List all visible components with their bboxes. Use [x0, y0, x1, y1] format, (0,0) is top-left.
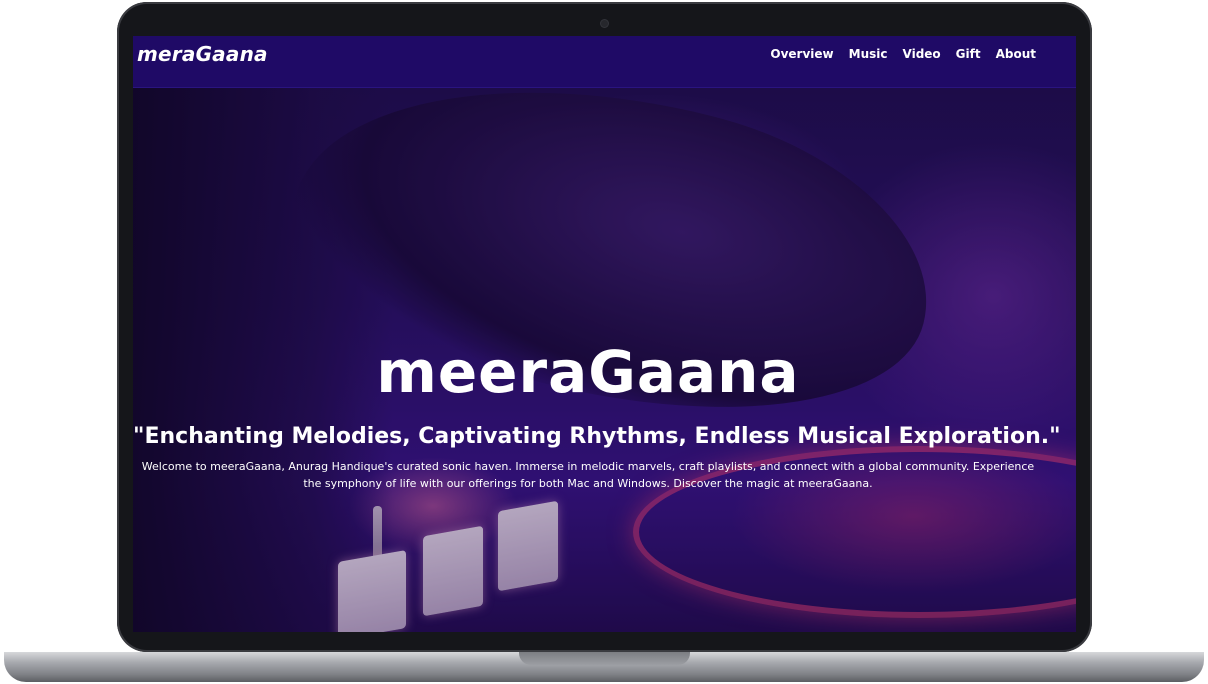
hero-overlay [133, 36, 1076, 632]
hero-tagline: "Enchanting Melodies, Captivating Rhythm… [133, 424, 1061, 449]
laptop-notch [519, 652, 690, 665]
nav-link-overview[interactable]: Overview [770, 47, 833, 61]
nav-link-video[interactable]: Video [903, 47, 941, 61]
laptop-screen: meraGaana Overview Music Video Gift Abou… [133, 36, 1076, 632]
top-navbar: meraGaana Overview Music Video Gift Abou… [133, 36, 1076, 88]
hero-description: Welcome to meeraGaana, Anurag Handique's… [141, 460, 1035, 490]
nav-link-gift[interactable]: Gift [956, 47, 981, 61]
nav-menu: Overview Music Video Gift About [770, 47, 1036, 61]
hero-background-image [133, 36, 1076, 632]
brand-logo[interactable]: meraGaana [137, 42, 268, 66]
nav-link-about[interactable]: About [996, 47, 1036, 61]
nav-link-music[interactable]: Music [849, 47, 888, 61]
hero-title: meeraGaana [376, 338, 800, 406]
camera-icon [601, 20, 608, 27]
